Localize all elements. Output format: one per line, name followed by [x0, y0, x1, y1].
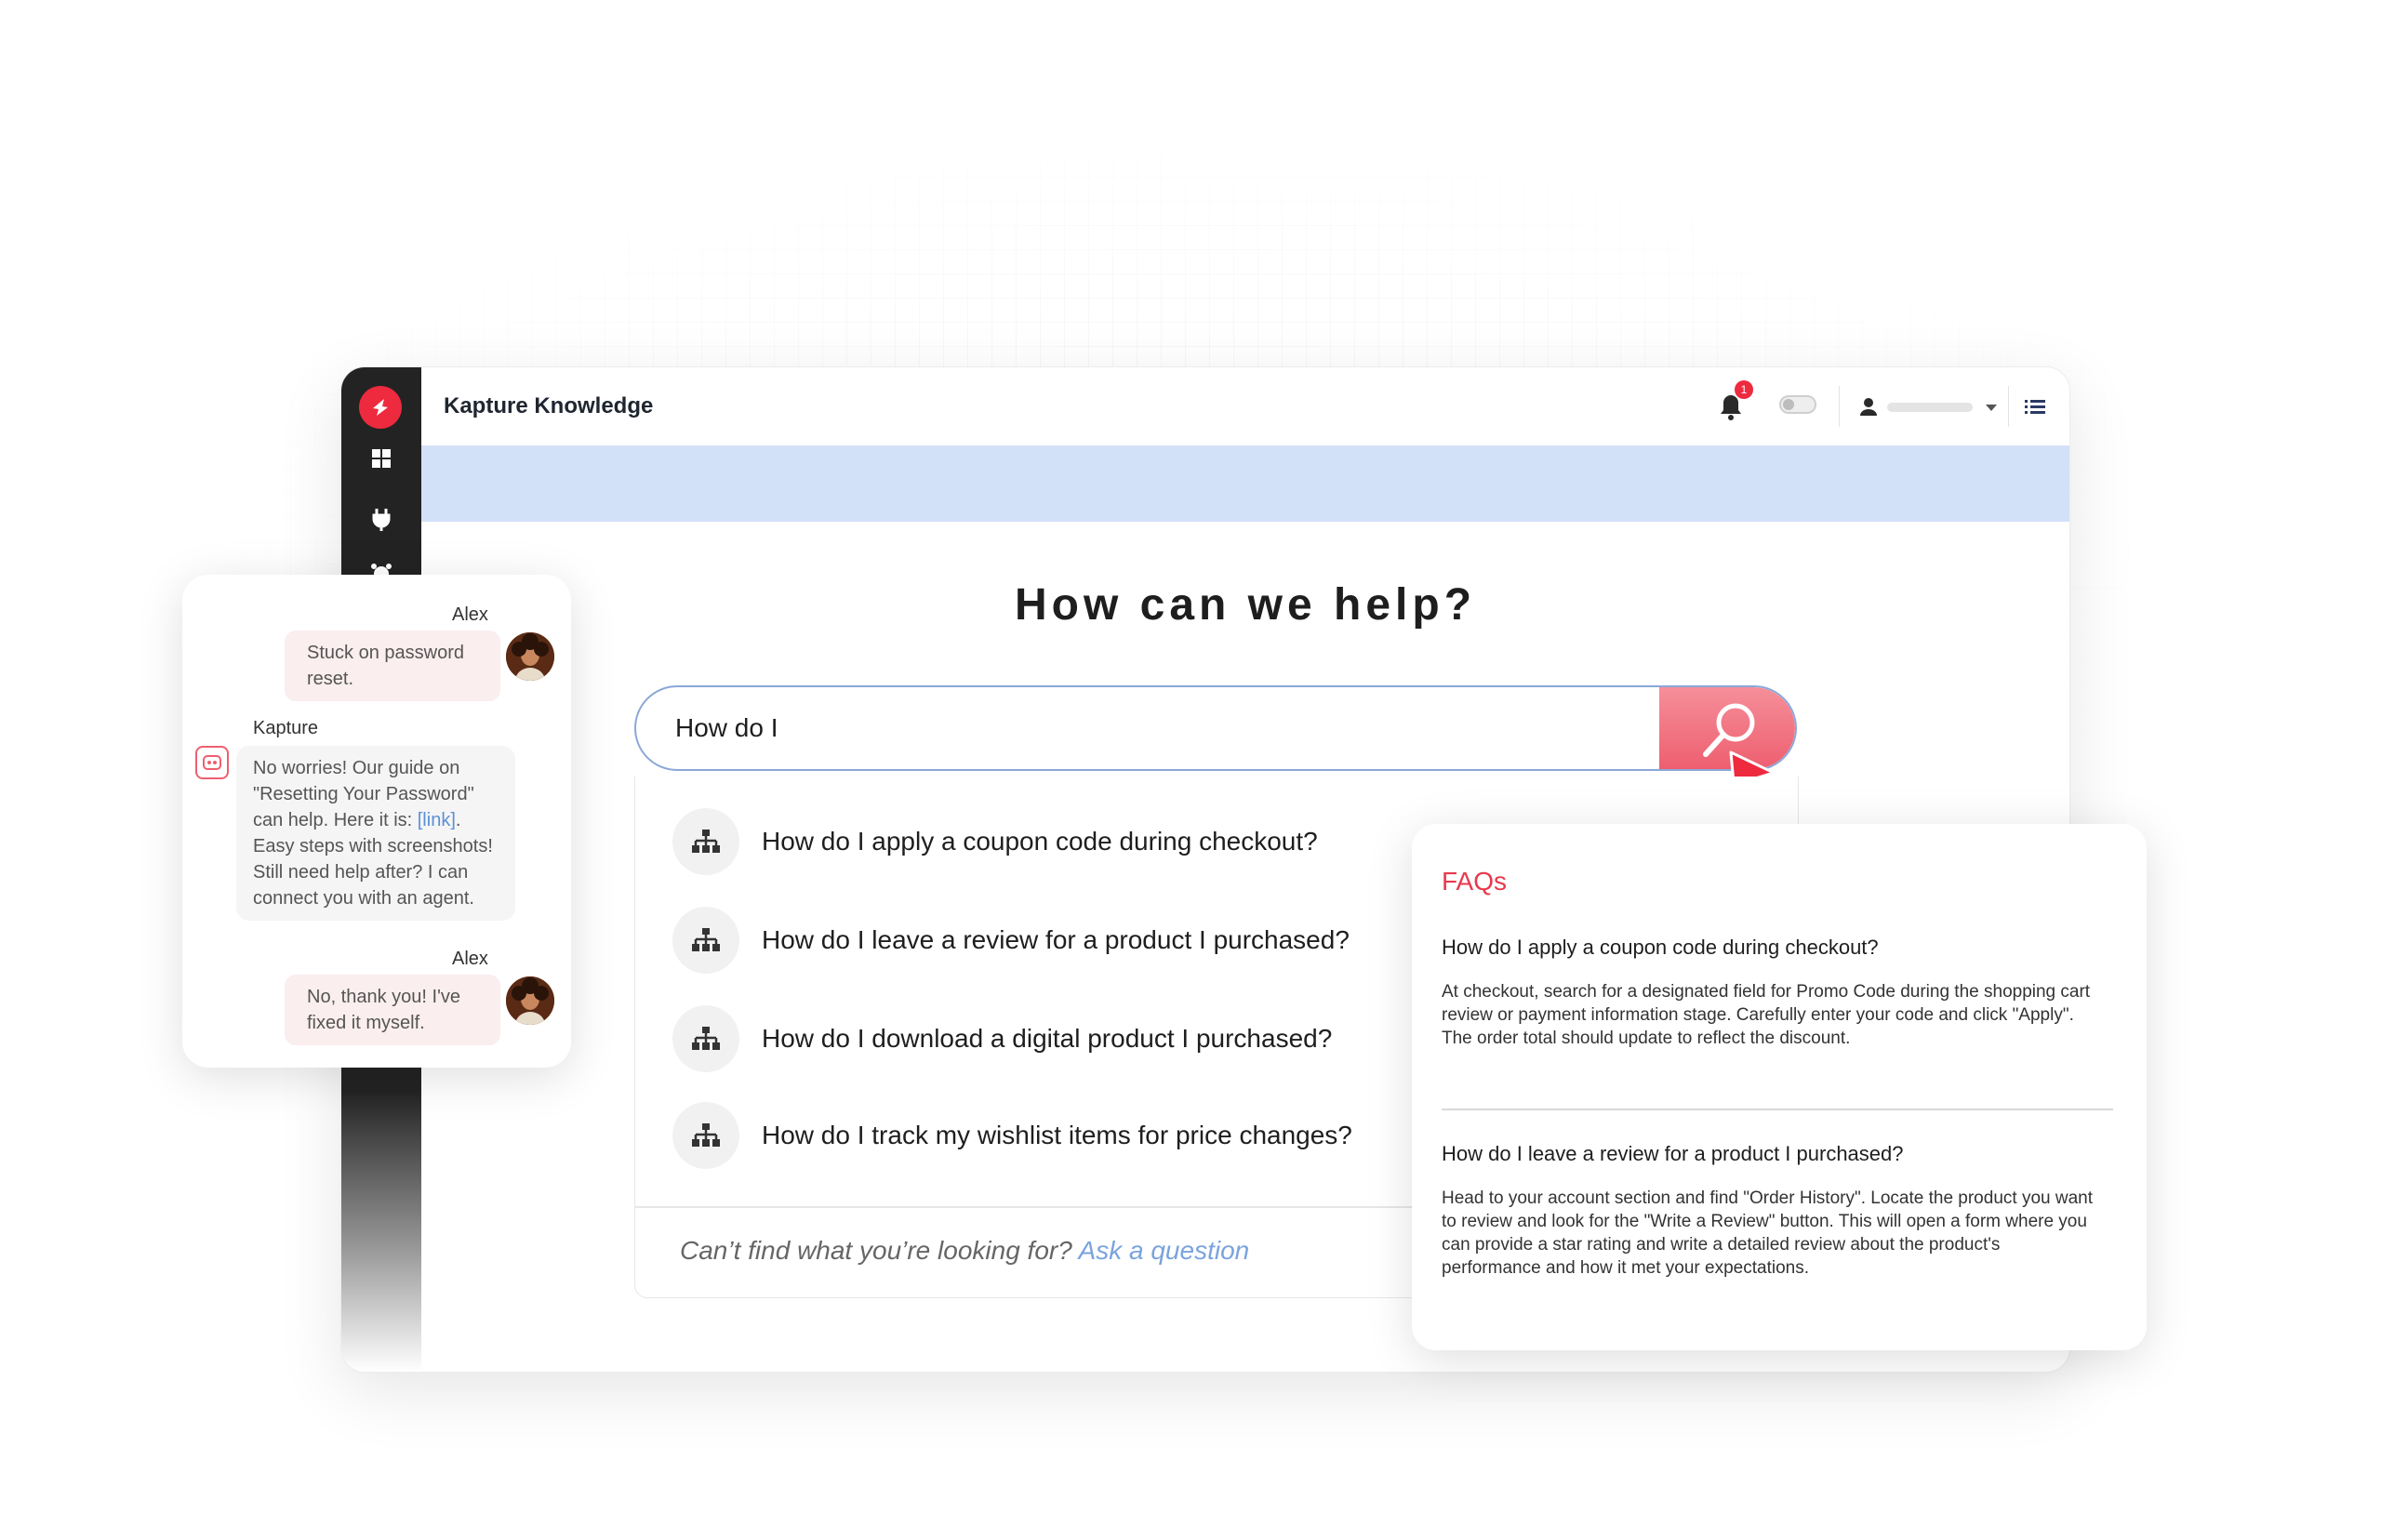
suggestion-item[interactable]: How do I leave a review for a product I … [672, 907, 1350, 974]
header-divider [2008, 386, 2009, 427]
top-header: Kapture Knowledge 1 [421, 367, 2069, 446]
search-input[interactable]: How do I [634, 685, 1797, 771]
suggestion-text: How do I download a digital product I pu… [762, 1024, 1333, 1053]
footer-prompt: Can’t find what you’re looking for? Ask … [680, 1236, 1249, 1266]
dashboard-icon[interactable] [366, 444, 396, 473]
faq-title: FAQs [1442, 867, 1508, 896]
suggestion-text: How do I leave a review for a product I … [762, 925, 1350, 954]
avatar [506, 632, 554, 681]
sender-name: Alex [452, 949, 488, 969]
user-message: Stuck on password reset. [285, 631, 500, 701]
sender-name: Kapture [253, 718, 319, 738]
faq-answer: At checkout, search for a designated fie… [1442, 982, 2091, 1048]
bot-icon [195, 746, 229, 779]
suggestion-item[interactable]: How do I download a digital product I pu… [672, 1005, 1332, 1072]
suggestion-item[interactable]: How do I track my wishlist items for pri… [672, 1102, 1352, 1169]
kapture-logo-icon[interactable] [359, 386, 402, 429]
sitemap-icon [672, 907, 739, 974]
user-name-placeholder[interactable] [1887, 403, 1973, 412]
chat-widget: Alex Stuck on password reset. Kapture No… [182, 575, 571, 1068]
sitemap-icon [672, 1005, 739, 1072]
faq-card: FAQs How do I apply a coupon code during… [1412, 824, 2147, 1350]
ask-question-link[interactable]: Ask a question [1079, 1236, 1250, 1265]
user-message: No, thank you! I've fixed it myself. [285, 975, 500, 1045]
guide-link[interactable]: [link] [418, 810, 456, 830]
chevron-down-icon[interactable] [1984, 401, 1999, 414]
suggestion-text: How do I track my wishlist items for pri… [762, 1121, 1352, 1149]
footer-prompt-text: Can’t find what you’re looking for? [680, 1236, 1072, 1265]
toggle-knob [1783, 399, 1794, 410]
header-banner [421, 445, 2069, 522]
sender-name: Alex [452, 604, 488, 625]
page-title: How can we help? [1014, 580, 1477, 630]
faq-answer: Head to your account section and find "O… [1442, 1188, 2093, 1278]
faq-question[interactable]: How do I apply a coupon code during chec… [1442, 936, 1879, 960]
faq-divider [1442, 1109, 2113, 1110]
list-menu-icon[interactable] [2023, 395, 2047, 418]
search-input-value: How do I [675, 713, 778, 742]
sitemap-icon [672, 808, 739, 875]
header-divider [1839, 386, 1840, 427]
theme-toggle[interactable] [1779, 395, 1816, 414]
avatar [506, 976, 554, 1025]
plug-icon[interactable] [366, 503, 396, 533]
sitemap-icon [672, 1102, 739, 1169]
app-title: Kapture Knowledge [444, 393, 654, 418]
bot-message: No worries! Our guide on "Resetting Your… [236, 746, 515, 921]
notification-badge: 1 [1735, 380, 1753, 399]
suggestion-item[interactable]: How do I apply a coupon code during chec… [672, 808, 1318, 875]
user-icon[interactable] [1857, 395, 1880, 418]
faq-question[interactable]: How do I leave a review for a product I … [1442, 1142, 1904, 1166]
suggestion-text: How do I apply a coupon code during chec… [762, 827, 1318, 856]
